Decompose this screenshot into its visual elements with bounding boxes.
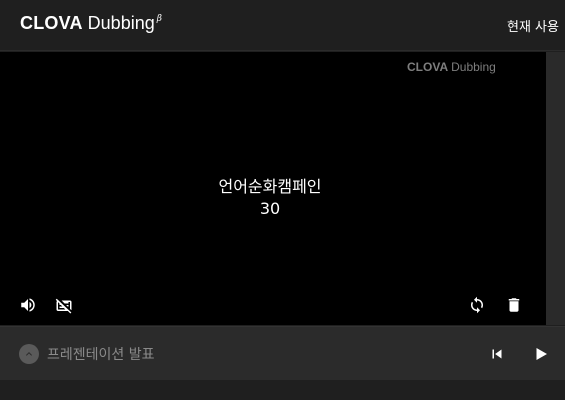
video-preview: CLOVA Dubbing 언어순화캠페인 30 [0,52,546,325]
refresh-icon[interactable] [467,295,487,315]
project-bar: 프레젠테이션 발표 [0,326,565,380]
skip-previous-icon[interactable] [486,343,508,365]
app-window: CLOVA Dubbing β 현재 사용 CLOVA Dubbing 언어순화… [0,0,565,400]
watermark-text-clova: CLOVA [407,60,449,74]
app-logo[interactable]: CLOVA Dubbing β [20,13,162,37]
caption-line-1: 언어순화캠페인 [218,177,322,196]
watermark-text-dubbing: Dubbing [451,60,496,74]
logo-text-dubbing: Dubbing [87,13,155,33]
trash-icon[interactable] [504,295,524,315]
chevron-up-icon[interactable] [19,344,39,364]
current-usage-link[interactable]: 현재 사용 [507,16,559,35]
play-icon[interactable] [530,343,552,365]
volume-icon[interactable] [18,295,38,315]
footer-strip [0,380,565,400]
logo-beta-mark: β [156,14,162,24]
subtitles-off-icon[interactable] [54,295,74,315]
video-watermark: CLOVA Dubbing [407,60,496,74]
top-header: CLOVA Dubbing β 현재 사용 [0,0,565,51]
scrollbar-thumb[interactable] [548,52,563,325]
vertical-scrollbar[interactable] [546,52,565,325]
caption-line-2: 30 [259,199,281,218]
video-caption: 언어순화캠페인 30 [170,176,370,220]
logo-text-clova: CLOVA [20,13,83,33]
project-title: 프레젠테이션 발표 [47,347,155,363]
